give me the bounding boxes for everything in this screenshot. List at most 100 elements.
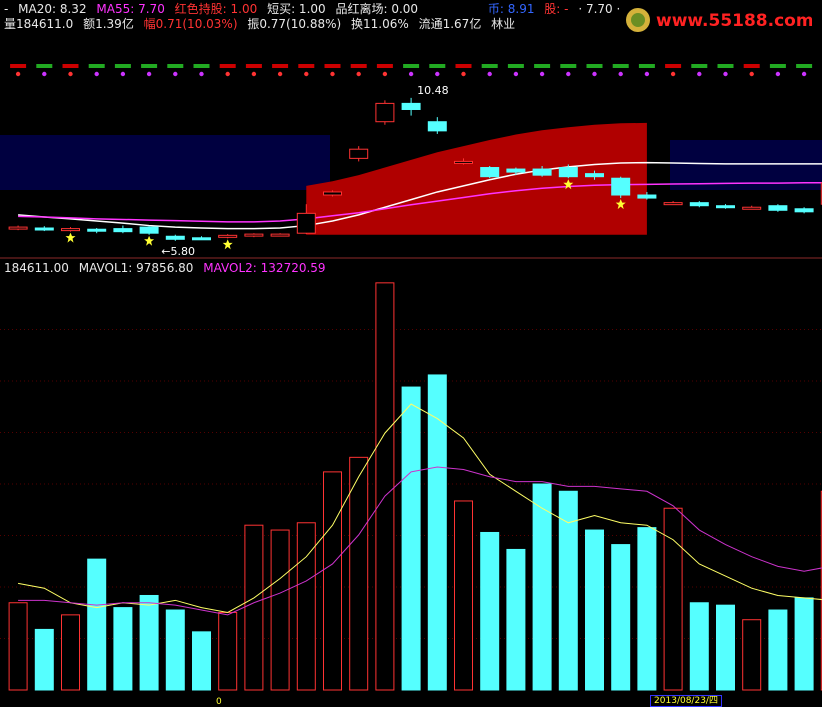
signal-dash — [88, 64, 105, 68]
signal-dash — [560, 64, 577, 68]
signal-dash — [219, 64, 236, 68]
float-value: 流通1.67亿 — [418, 17, 482, 31]
volume-bar — [585, 529, 604, 691]
signal-dot — [801, 71, 807, 77]
volume-bar — [480, 531, 500, 691]
signal-dot — [435, 71, 440, 77]
high-annotation: 10.48 — [417, 84, 449, 97]
signal-dash — [403, 64, 420, 68]
signal-dash — [324, 64, 341, 68]
signal-dash — [141, 64, 158, 68]
signal-dot — [513, 71, 519, 77]
volume-bar — [323, 471, 342, 691]
volume-bar — [61, 614, 80, 691]
candle-body — [139, 226, 159, 234]
signal-dot — [330, 71, 335, 77]
volume-bar — [454, 500, 473, 691]
turnover-value: 换11.06% — [351, 17, 409, 31]
signal-dot — [277, 71, 283, 77]
candle-body — [716, 205, 735, 209]
signal-dot — [775, 71, 781, 77]
candle-body — [794, 208, 814, 213]
currency-value: 币: 8.91 — [487, 2, 535, 16]
price-value: · 7.70 · — [578, 2, 621, 16]
signal-dash — [638, 64, 655, 68]
candle-body — [454, 160, 473, 164]
volume-bar — [742, 619, 762, 691]
signal-dot — [566, 71, 571, 77]
candle-body — [427, 121, 447, 132]
quote-header: 量184611.0 额1.39亿 幅0.71(10.03%) 振0.77(10.… — [4, 15, 521, 32]
signal-dash — [62, 64, 79, 68]
volume-bar — [165, 609, 185, 691]
signal-dash — [10, 64, 27, 68]
candle-body — [742, 206, 762, 210]
candle-body — [87, 228, 107, 232]
volume-bar — [401, 386, 421, 691]
mavol2-value: MAVOL2: 132720.59 — [203, 261, 326, 275]
volume-bar — [427, 374, 447, 691]
signal-dash — [612, 64, 629, 68]
change-value: 幅0.71(10.03%) — [143, 17, 238, 31]
signal-dash — [691, 64, 708, 68]
signal-dash — [272, 64, 289, 68]
ma20-value: MA20: 8.32 — [18, 2, 87, 16]
signal-dash — [481, 64, 498, 68]
volume-bar — [296, 522, 316, 691]
sector-value: 林业 — [491, 17, 516, 31]
signal-dash — [429, 64, 446, 68]
signal-dot — [68, 71, 73, 77]
signal-dot — [146, 71, 152, 77]
signal-dot — [15, 71, 21, 77]
volume-value: 量184611.0 — [4, 17, 74, 31]
signal-dot — [749, 71, 754, 77]
amount-value: 额1.39亿 — [83, 17, 134, 31]
date-label: 2013/08/23/四 — [650, 695, 722, 707]
signal-dot — [94, 71, 99, 77]
candle-body — [611, 177, 631, 196]
signal-dash — [298, 64, 315, 68]
signal-dash — [717, 64, 734, 68]
signal-dot — [251, 71, 257, 77]
candle-body — [34, 227, 54, 231]
signal-dot — [356, 71, 361, 77]
signal-dash — [507, 64, 524, 68]
signal-dash — [114, 64, 131, 68]
volume-bar — [689, 602, 709, 691]
zero-tick: 0 — [216, 697, 222, 705]
signal-dash — [665, 64, 682, 68]
volume-bar — [139, 594, 159, 691]
volume-bar — [375, 282, 395, 691]
leave-value: 品红离场: 0.00 — [335, 2, 419, 16]
low-annotation: ←5.80 — [161, 245, 195, 258]
header-dash: - — [4, 2, 9, 16]
signal-dash — [245, 64, 262, 68]
signal-dot — [199, 71, 204, 77]
red-hold-value: 红色持股: 1.00 — [174, 2, 258, 16]
volume-bar — [270, 529, 290, 691]
signal-dot — [42, 71, 47, 77]
mavol1-value: MAVOL1: 97856.80 — [78, 261, 194, 275]
site-logo: www.55188.com — [626, 8, 812, 32]
candle-body — [270, 233, 290, 237]
signal-dash — [796, 64, 813, 68]
signal-dot — [304, 71, 309, 77]
signal-dot — [592, 71, 597, 77]
signal-dash — [350, 64, 367, 68]
signal-dash — [193, 64, 210, 68]
volume-bar — [192, 631, 211, 691]
vol-value: 184611.00 — [4, 261, 69, 275]
volume-bar — [768, 609, 788, 691]
candle-body — [165, 235, 185, 240]
signal-dot — [670, 71, 676, 77]
candle-body — [8, 226, 28, 230]
signal-dash — [455, 64, 472, 68]
volume-bar — [794, 597, 814, 691]
candle-body — [296, 212, 316, 234]
signal-dot — [487, 71, 492, 77]
volume-bar — [349, 456, 369, 691]
candle-body — [349, 148, 369, 159]
signal-dash — [534, 64, 551, 68]
volume-bar — [532, 483, 552, 691]
candle-body — [323, 191, 342, 196]
